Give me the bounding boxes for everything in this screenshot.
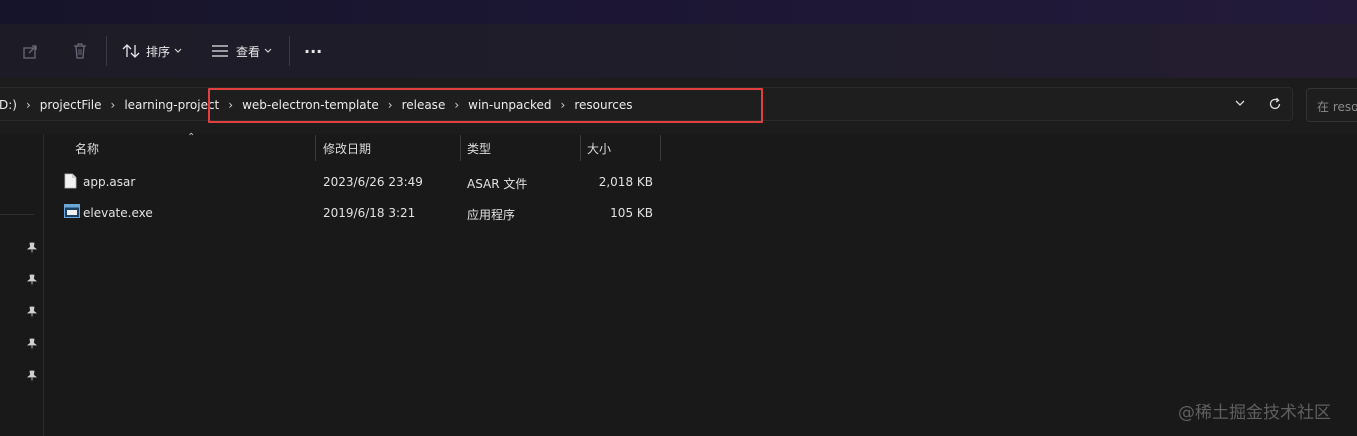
file-type: 应用程序	[467, 208, 516, 222]
refresh-button[interactable]	[1268, 97, 1282, 114]
title-bar	[0, 0, 1357, 24]
breadcrumb-projectfile[interactable]: projectFile	[40, 98, 102, 112]
view-list-icon	[212, 45, 228, 57]
column-header-size[interactable]: 大小	[587, 140, 611, 157]
view-label: 查看	[236, 44, 261, 59]
nav-divider	[0, 214, 34, 215]
column-header-name[interactable]: 名称	[75, 140, 99, 157]
breadcrumb-learning-project[interactable]: learning-project	[124, 98, 219, 112]
address-bar: D:) › projectFile › learning-project › w…	[0, 78, 1357, 134]
share-button[interactable]	[22, 38, 40, 64]
file-modified: 2023/6/26 23:49	[323, 175, 423, 189]
search-input[interactable]: 在 resources	[1306, 88, 1357, 122]
view-button[interactable]: 查看	[211, 38, 272, 64]
share-icon	[23, 45, 37, 59]
column-separator[interactable]	[315, 135, 316, 161]
watermark: @稀土掘金技术社区	[1178, 403, 1331, 423]
more-options-button[interactable]: ···	[304, 38, 322, 64]
sort-icon	[122, 44, 140, 58]
chevron-right-icon[interactable]: ›	[111, 98, 116, 112]
delete-button[interactable]	[71, 38, 89, 64]
sort-label: 排序	[146, 44, 171, 59]
trash-icon	[74, 43, 86, 59]
pin-icon[interactable]	[27, 306, 37, 317]
file-modified: 2019/6/18 3:21	[323, 206, 416, 220]
file-icon	[64, 173, 77, 189]
column-separator[interactable]	[460, 135, 461, 161]
file-type: ASAR 文件	[467, 177, 528, 191]
file-name: elevate.exe	[83, 206, 153, 220]
sort-button[interactable]: 排序	[122, 38, 182, 64]
toolbar-separator	[289, 36, 290, 66]
table-row[interactable]: elevate.exe 2019/6/18 3:21 应用程序 105 KB	[60, 202, 670, 224]
column-separator[interactable]	[580, 135, 581, 161]
command-bar: 排序 查看 ···	[0, 24, 1357, 78]
column-header-modified[interactable]: 修改日期	[323, 140, 371, 157]
toolbar-separator	[106, 36, 107, 66]
column-separator[interactable]	[660, 135, 661, 161]
table-row[interactable]: app.asar 2023/6/26 23:49 ASAR 文件 2,018 K…	[60, 171, 670, 193]
navigation-pane	[0, 134, 44, 436]
file-name: app.asar	[83, 175, 136, 189]
exe-icon	[64, 204, 80, 218]
pin-icon[interactable]	[27, 338, 37, 349]
refresh-icon	[1269, 97, 1281, 110]
pin-icon[interactable]	[27, 242, 37, 253]
file-size: 105 KB	[610, 206, 653, 220]
chevron-down-icon	[174, 48, 182, 53]
pin-icon[interactable]	[27, 274, 37, 285]
chevron-right-icon[interactable]: ›	[26, 98, 31, 112]
annotation-highlight-box	[208, 88, 763, 123]
address-history-button[interactable]	[1234, 97, 1246, 111]
breadcrumb-drive[interactable]: D:)	[0, 98, 17, 112]
more-icon: ···	[304, 41, 323, 61]
sort-ascending-icon: ⌃	[187, 132, 196, 143]
column-header-type[interactable]: 类型	[467, 140, 491, 157]
pin-icon[interactable]	[27, 370, 37, 381]
chevron-down-icon	[1235, 100, 1245, 106]
file-size: 2,018 KB	[598, 175, 653, 189]
chevron-down-icon	[264, 48, 272, 53]
